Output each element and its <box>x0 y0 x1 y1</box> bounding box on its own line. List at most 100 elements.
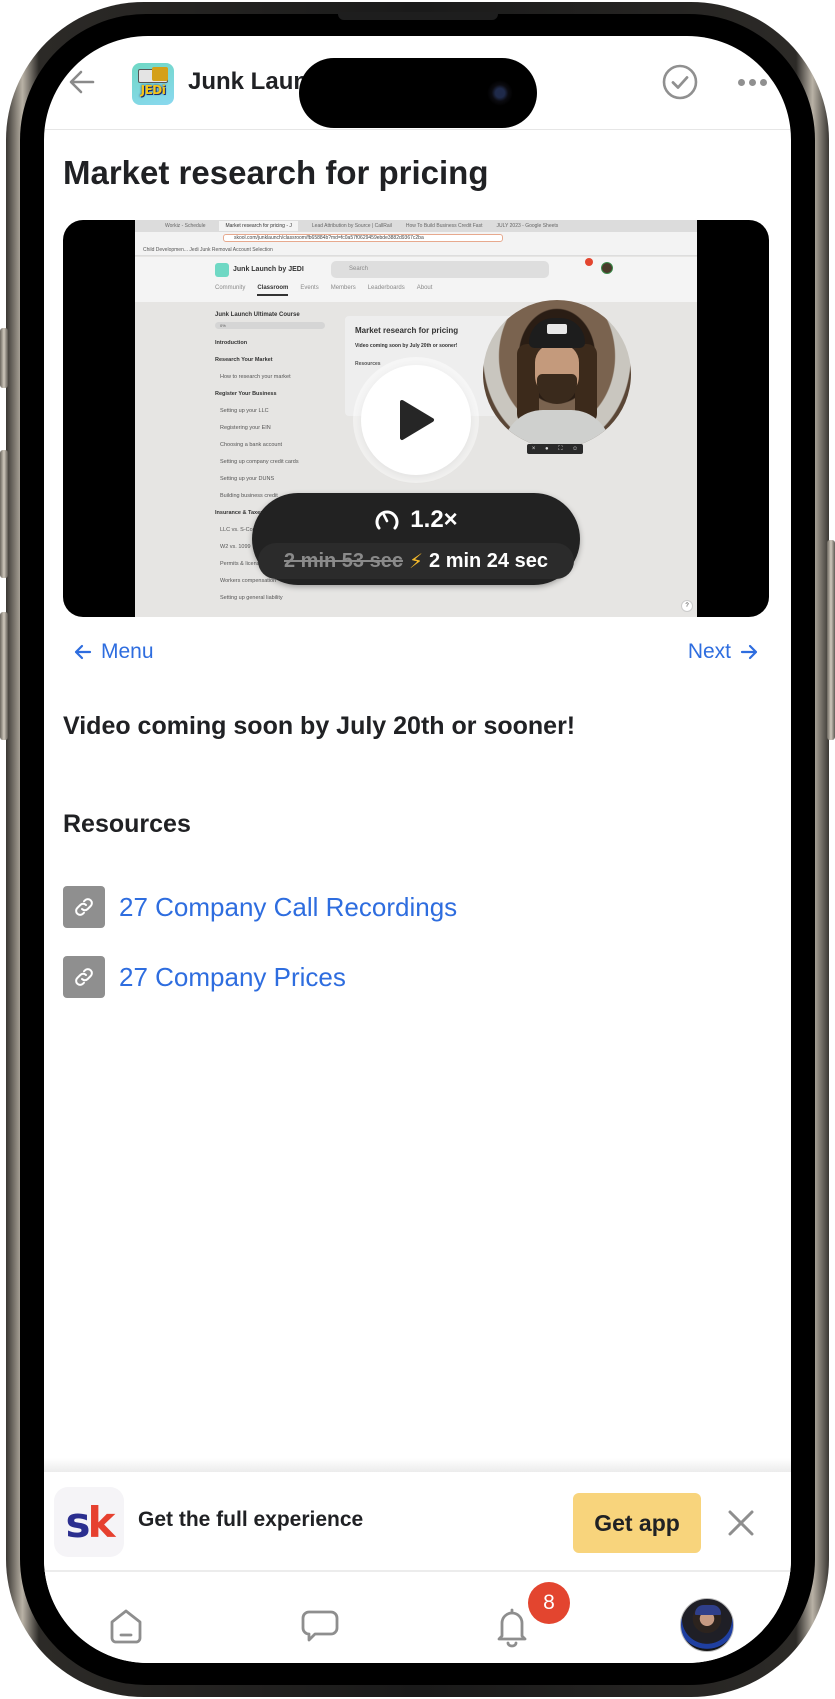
group-logo[interactable]: JEDi <box>132 63 174 105</box>
recorded-url: skool.com/junklaunch/classroom/fb65884b?… <box>223 234 503 242</box>
menu-label: Menu <box>101 640 154 663</box>
recorded-sidebar-item: Registering your EIN <box>220 425 271 431</box>
recorded-nav-item: About <box>416 285 433 291</box>
link-icon <box>63 956 105 998</box>
recorded-sidebar-item: Setting up general liability <box>220 595 283 601</box>
action-button <box>0 328 8 388</box>
recorded-bookmarks: Child Developmen... Jedi Junk Removal Ac… <box>135 244 697 256</box>
close-banner-button[interactable] <box>724 1506 758 1540</box>
tab-notifications[interactable] <box>490 1604 534 1648</box>
recorded-search: Search <box>331 261 549 278</box>
recorded-course-progress: 0% <box>215 322 325 329</box>
webcam-cap-badge <box>547 324 567 334</box>
recorded-tab: How To Build Business Credit Fast <box>405 223 483 229</box>
volume-up-button <box>0 450 8 578</box>
recorded-nav-item: Events <box>300 285 319 291</box>
tab-chat[interactable] <box>298 1604 342 1648</box>
original-duration: 2 min 53 sec <box>284 549 403 572</box>
recorded-sidebar-item: Setting up your DUNS <box>220 476 275 482</box>
earpiece-speaker <box>338 12 498 20</box>
screen: JEDi Junk Launch by JEDI Market research… <box>44 36 791 1663</box>
speed-row: 1.2× <box>252 503 580 537</box>
volume-down-button <box>0 612 8 740</box>
webcam-bubble <box>483 300 631 448</box>
recorded-site-header: Junk Launch by JEDI Search Community Cla… <box>135 257 697 302</box>
avatar[interactable] <box>680 1598 734 1652</box>
notification-badge: 8 <box>528 1582 570 1624</box>
webcam-beard <box>537 374 577 404</box>
lesson-description: Video coming soon by July 20th or sooner… <box>63 712 576 740</box>
lightning-icon: ⚡ <box>408 550 424 573</box>
recorded-site-name: Junk Launch by JEDI <box>233 266 304 273</box>
play-icon <box>400 400 434 440</box>
speed-value: 1.2× <box>410 506 458 533</box>
more-dot-icon <box>759 78 767 86</box>
resource-item[interactable]: 27 Company Call Recordings <box>63 886 457 928</box>
recorded-sidebar-item: Setting up your LLC <box>220 408 269 414</box>
recorded-tab-active: Market research for pricing - J <box>219 221 298 231</box>
avatar-hair <box>695 1605 721 1615</box>
next-label: Next <box>687 640 731 663</box>
toggle-icon: ● <box>544 446 549 452</box>
lesson-navigation: Menu Next <box>63 640 769 670</box>
recorded-site-logo <box>215 263 229 277</box>
link-icon <box>63 886 105 928</box>
resource-item[interactable]: 27 Company Prices <box>63 956 346 998</box>
recorded-sidebar-section: Register Your Business <box>215 391 277 397</box>
more-dot-icon <box>737 78 745 86</box>
logo-letter-k: k <box>87 1497 116 1547</box>
recorded-tab: Lead Attribution by Source | CallRail <box>311 223 392 229</box>
recorded-sidebar-item: Choosing a bank account <box>220 442 283 448</box>
home-icon <box>110 1609 142 1644</box>
arrow-left-icon <box>69 70 95 94</box>
recorded-tab: Workiz - Schedule <box>165 223 206 229</box>
logo-text: JEDi <box>140 83 166 97</box>
recorder-toolbar: × ● ⛶ ☺ <box>527 444 583 454</box>
skool-app-logo: sk <box>54 1487 124 1557</box>
get-app-button[interactable]: Get app <box>573 1493 701 1553</box>
close-icon: × <box>531 446 536 452</box>
resource-link[interactable]: 27 Company Call Recordings <box>119 892 457 923</box>
recorded-nav-item: Members <box>330 285 356 291</box>
mark-complete-button[interactable] <box>660 62 700 102</box>
fullscreen-icon: ⛶ <box>558 445 563 452</box>
recorded-address-bar: skool.com/junklaunch/classroom/fb65884b?… <box>135 232 697 244</box>
recorded-sidebar-section: Introduction <box>215 340 248 346</box>
recorded-nav-item: Community <box>215 285 246 291</box>
recorded-tab: JULY 2023 - Google Sheets <box>496 223 559 229</box>
more-dot-icon <box>748 78 756 86</box>
arrow-right-icon <box>740 644 758 660</box>
camera-lens <box>487 80 513 106</box>
app-download-banner: sk Get the full experience Get app <box>44 1472 791 1572</box>
playback-speed-badge[interactable]: 1.2× 2 min 53 sec ⚡ 2 min 24 sec <box>252 493 580 585</box>
play-button[interactable] <box>361 365 471 475</box>
recorded-help-button: ? <box>681 600 693 612</box>
menu-link[interactable]: Menu <box>73 640 154 664</box>
recorded-sidebar-item: How to research your market <box>220 374 291 380</box>
dynamic-island <box>299 58 537 128</box>
close-icon <box>728 1510 754 1536</box>
recorded-avatar <box>601 262 613 274</box>
page-title: Market research for pricing <box>63 154 489 191</box>
check-circle-icon <box>662 64 698 100</box>
video-player[interactable]: Workiz - Schedule Market research for pr… <box>63 220 769 617</box>
recorded-site-nav: Community Classroom Events Members Leade… <box>215 285 432 296</box>
tab-home[interactable] <box>104 1604 148 1648</box>
recorded-browser-tabs: Workiz - Schedule Market research for pr… <box>135 220 697 232</box>
bottom-tab-bar: 8 <box>44 1574 791 1663</box>
bell-icon <box>497 1608 527 1648</box>
arrow-left-icon <box>74 644 92 660</box>
back-button[interactable] <box>64 64 100 100</box>
logo-letter-s: s <box>65 1497 91 1547</box>
next-link[interactable]: Next <box>688 640 759 664</box>
power-button <box>827 540 835 740</box>
speedometer-icon <box>375 510 399 530</box>
resource-link[interactable]: 27 Company Prices <box>119 962 346 993</box>
banner-shadow <box>44 1458 791 1472</box>
recorded-sidebar-item: Setting up company credit cards <box>220 459 299 465</box>
more-options-button[interactable] <box>732 70 772 94</box>
recorded-course-title: Junk Launch Ultimate Course <box>215 312 300 318</box>
truck-bed-graphic <box>152 67 168 81</box>
chat-icon <box>301 1610 339 1642</box>
recorded-sidebar-section: Research Your Market <box>215 357 273 363</box>
